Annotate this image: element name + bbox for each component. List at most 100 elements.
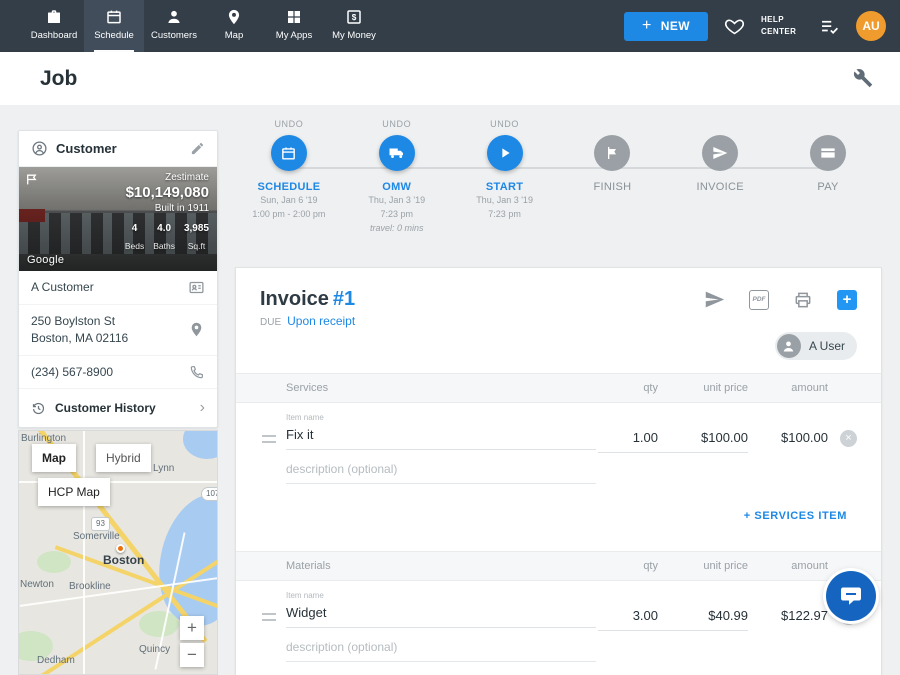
material-item-name-input[interactable] <box>286 603 596 628</box>
task-list-icon[interactable] <box>819 16 840 37</box>
customer-phone: (234) 567-8900 <box>31 364 113 381</box>
help-center-link[interactable]: HELP CENTER <box>761 14 803 37</box>
step-label: FINISH <box>593 181 631 193</box>
nav-label: Customers <box>151 30 197 41</box>
route-93-shield: 93 <box>91 517 110 531</box>
print-icon[interactable] <box>793 290 813 310</box>
material-description-input[interactable] <box>286 633 596 662</box>
customer-card-title: Customer <box>56 141 182 156</box>
drag-handle-icon[interactable] <box>262 613 276 621</box>
chat-icon <box>839 584 863 608</box>
location-pin-icon[interactable] <box>188 321 205 338</box>
undo-button[interactable]: UNDO <box>382 119 411 135</box>
job-location-marker[interactable] <box>116 544 125 553</box>
customer-history-row[interactable]: Customer History › <box>19 389 217 427</box>
due-terms-link[interactable]: Upon receipt <box>287 314 355 328</box>
undo-button[interactable]: UNDO <box>490 119 519 135</box>
photo-flag-icon[interactable] <box>25 173 38 186</box>
unit-price-column-header: unit price <box>658 560 748 572</box>
schedule-step-button[interactable] <box>271 135 307 171</box>
add-invoice-icon[interactable]: + <box>837 290 857 310</box>
history-clock-icon <box>31 401 46 416</box>
due-label: DUE <box>260 317 281 328</box>
money-icon: $ <box>345 8 363 26</box>
map-label-somerville: Somerville <box>73 531 120 542</box>
map-widget[interactable]: Burlington Lynn Somerville Boston Brookl… <box>18 430 218 675</box>
service-unit-price-input[interactable] <box>658 428 748 453</box>
map-park <box>37 551 71 573</box>
beds-value: 4 <box>132 223 138 234</box>
edit-pencil-icon[interactable] <box>190 141 205 156</box>
customers-icon <box>165 8 183 26</box>
material-line-item: Item name $122.97 × <box>236 581 881 631</box>
nav-label: Map <box>225 30 243 41</box>
nav-dashboard[interactable]: Dashboard <box>24 0 84 52</box>
chevron-right-icon: › <box>200 400 205 416</box>
nav-my-apps[interactable]: My Apps <box>264 0 324 52</box>
step-label: PAY <box>817 181 838 193</box>
page-title: Job <box>40 67 77 91</box>
nav-customers[interactable]: Customers <box>144 0 204 52</box>
map-label-dedham: Dedham <box>37 655 75 666</box>
map-park <box>139 611 179 637</box>
add-services-item-link[interactable]: + SERVICES ITEM <box>744 510 847 522</box>
service-description-input[interactable] <box>286 455 596 484</box>
undo-button[interactable]: UNDO <box>274 119 303 135</box>
plus-icon: + <box>642 17 652 35</box>
address-line1: 250 Boylston St <box>31 314 115 328</box>
remove-item-icon[interactable]: × <box>840 430 857 447</box>
new-button-label: NEW <box>661 19 690 33</box>
amount-column-header: amount <box>748 382 828 394</box>
contact-card-icon[interactable] <box>188 279 205 296</box>
item-name-label: Item name <box>286 413 596 422</box>
chat-bubble-button[interactable] <box>826 571 876 621</box>
customer-phone-row: (234) 567-8900 <box>19 356 217 390</box>
zoom-out-button[interactable]: − <box>180 643 204 667</box>
user-avatar[interactable]: AU <box>856 11 886 41</box>
service-item-name-input[interactable] <box>286 425 596 450</box>
step-date: Thu, Jan 3 '19 <box>368 193 425 207</box>
pay-step-button[interactable] <box>810 135 846 171</box>
qty-column-header: qty <box>598 382 658 394</box>
assignee-name: A User <box>809 339 845 353</box>
hybrid-type-button[interactable]: Hybrid <box>96 444 151 472</box>
pdf-icon[interactable]: PDF <box>749 290 769 310</box>
map-label-boston: Boston <box>103 553 144 567</box>
send-invoice-icon[interactable] <box>704 289 725 310</box>
material-qty-input[interactable] <box>598 606 658 631</box>
invoice-title-text: Invoice <box>260 288 329 310</box>
svg-text:$: $ <box>352 13 357 22</box>
map-type-button[interactable]: Map <box>32 444 76 472</box>
invoice-step-button[interactable] <box>702 135 738 171</box>
add-services-row: + SERVICES ITEM <box>236 494 881 538</box>
step-date: Thu, Jan 3 '19 <box>476 193 533 207</box>
zoom-in-button[interactable]: + <box>180 616 204 640</box>
heart-referral-icon[interactable] <box>724 16 745 37</box>
invoice-number: #1 <box>333 288 355 310</box>
phone-icon[interactable] <box>189 364 205 380</box>
job-tools-icon[interactable] <box>853 68 874 89</box>
amount-column-header: amount <box>748 560 828 572</box>
timeline-step-pay: PAY <box>774 119 882 235</box>
step-label: SCHEDULE <box>257 181 320 193</box>
materials-section-label: Materials <box>286 560 598 572</box>
baths-label: Baths <box>153 241 175 251</box>
google-logo: Google <box>27 254 64 266</box>
property-photo: Zestimate $10,149,080 Built in 1911 4Bed… <box>19 167 217 271</box>
assignee-chip[interactable]: A User <box>775 332 857 360</box>
finish-step-button[interactable] <box>594 135 630 171</box>
material-unit-price-input[interactable] <box>658 606 748 631</box>
qty-column-header: qty <box>598 560 658 572</box>
start-step-button[interactable] <box>487 135 523 171</box>
material-amount: $122.97 <box>748 606 828 625</box>
omw-step-button[interactable] <box>379 135 415 171</box>
hcp-map-button[interactable]: HCP Map <box>38 478 110 506</box>
nav-my-money[interactable]: $ My Money <box>324 0 384 52</box>
map-label-lynn: Lynn <box>153 463 174 474</box>
sqft-label: Sq.ft <box>188 241 205 251</box>
nav-schedule[interactable]: Schedule <box>84 0 144 52</box>
drag-handle-icon[interactable] <box>262 435 276 443</box>
nav-map[interactable]: Map <box>204 0 264 52</box>
new-button[interactable]: + NEW <box>624 12 708 41</box>
service-qty-input[interactable] <box>598 428 658 453</box>
